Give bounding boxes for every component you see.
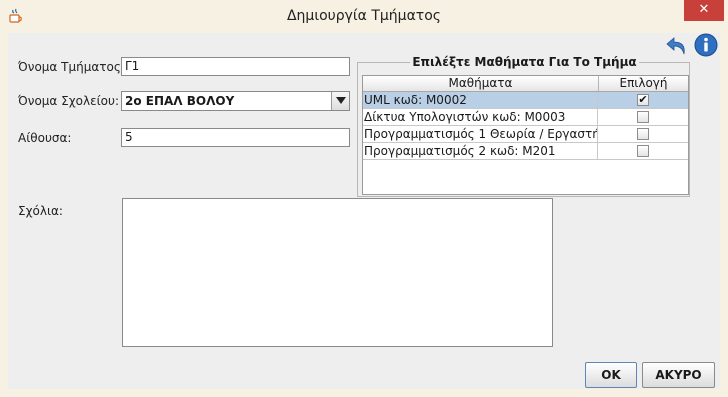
title-bar[interactable]: Δημιουργία Τμήματος ✕: [0, 0, 728, 33]
table-header: Μαθήματα Επιλογή: [363, 76, 688, 92]
courses-group-title: Επιλέξτε Μαθήματα Για Το Τμήμα: [410, 55, 639, 69]
comments-textarea[interactable]: [122, 198, 553, 347]
school-select[interactable]: 2ο ΕΠΑΛ ΒΟΛΟΥ: [121, 91, 350, 111]
courses-table[interactable]: Μαθήματα Επιλογή UML κωδ: M0002 ✔ Δίκτυα…: [362, 75, 689, 195]
course-name: UML κωδ: M0002: [364, 92, 598, 108]
department-name-label: Όνομα Τμήματος:: [18, 60, 125, 74]
course-checkbox[interactable]: [637, 128, 649, 140]
course-checkbox[interactable]: [637, 111, 649, 123]
info-icon[interactable]: [694, 33, 718, 57]
dropdown-arrow-button[interactable]: [331, 92, 349, 110]
chevron-down-icon: [336, 97, 346, 104]
course-name: Προγραμματισμός 1 Θεωρία / Εργαστήριο...: [364, 126, 598, 142]
department-name-field[interactable]: Γ1: [121, 57, 350, 76]
close-button[interactable]: ✕: [684, 0, 724, 21]
course-name: Δίκτυα Υπολογιστών κωδ: M0003: [364, 109, 598, 125]
comments-label: Σχόλια:: [18, 204, 63, 218]
course-checkbox[interactable]: [637, 145, 649, 157]
table-row[interactable]: Δίκτυα Υπολογιστών κωδ: M0003: [363, 109, 688, 126]
table-row[interactable]: UML κωδ: M0002 ✔: [363, 92, 688, 109]
school-select-value: 2ο ΕΠΑΛ ΒΟΛΟΥ: [125, 94, 235, 108]
course-checkbox[interactable]: ✔: [637, 94, 649, 106]
courses-group: Επιλέξτε Μαθήματα Για Το Τμήμα Μαθήματα …: [357, 55, 690, 197]
window-title: Δημιουργία Τμήματος: [286, 8, 442, 24]
table-row[interactable]: Προγραμματισμός 1 Θεωρία / Εργαστήριο...: [363, 126, 688, 143]
classroom-field[interactable]: 5: [121, 128, 350, 147]
cancel-button[interactable]: ΑΚΥΡΟ: [642, 362, 715, 388]
ok-button[interactable]: OK: [585, 362, 637, 388]
column-header-courses[interactable]: Μαθήματα: [363, 76, 599, 91]
school-name-label: Όνομα Σχολείου:: [18, 94, 119, 108]
course-name: Προγραμματισμός 2 κωδ: M201: [364, 143, 598, 159]
table-row[interactable]: Προγραμματισμός 2 κωδ: M201: [363, 143, 688, 160]
column-header-selection[interactable]: Επιλογή: [599, 76, 688, 91]
classroom-label: Αίθουσα:: [18, 131, 72, 145]
dialog-content: Όνομα Τμήματος: Γ1 Όνομα Σχολείου: 2ο ΕΠ…: [8, 33, 720, 389]
